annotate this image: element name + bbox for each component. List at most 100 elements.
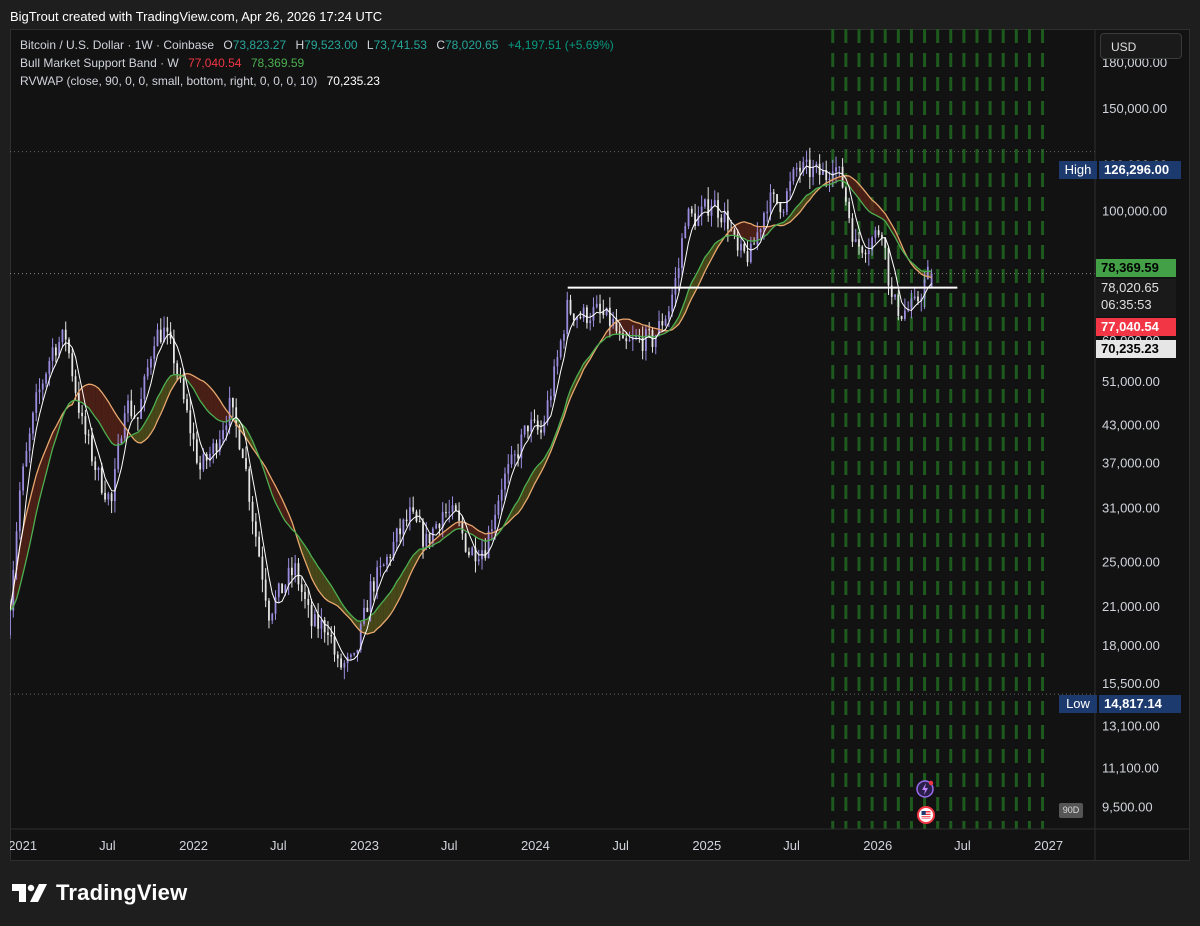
interval-badge[interactable]: 90D xyxy=(1059,803,1083,818)
candle-body xyxy=(291,567,293,576)
low-label: Low xyxy=(1059,695,1097,713)
lightning-event-icon[interactable] xyxy=(916,780,934,798)
candle-body xyxy=(156,329,159,347)
currency-button[interactable]: USD xyxy=(1100,33,1182,59)
candle-body xyxy=(277,583,280,598)
candle-body xyxy=(28,433,31,451)
candle-body xyxy=(684,226,687,239)
candle-body xyxy=(68,339,70,354)
candle-body xyxy=(812,167,814,177)
x-tick-label: Jul xyxy=(954,838,971,853)
candle-body xyxy=(22,466,25,491)
candle-body xyxy=(120,438,123,444)
legend-rvwap-row[interactable]: RVWAP (close, 90, 0, 0, small, bottom, r… xyxy=(20,74,380,88)
band-fill-segment xyxy=(105,396,109,438)
candle-body xyxy=(18,490,21,532)
candle-body xyxy=(477,559,480,562)
candle-body xyxy=(438,524,441,528)
candle-body xyxy=(294,563,297,576)
x-tick-label: 2025 xyxy=(692,838,721,853)
candle-body xyxy=(448,511,451,513)
candle-body xyxy=(107,493,110,500)
y-tick-label: 150,000.00 xyxy=(1102,101,1167,116)
candle-body xyxy=(910,298,913,309)
candle-body xyxy=(792,169,795,182)
candle-body xyxy=(310,604,313,627)
candle-body xyxy=(117,443,120,470)
x-tick-label: Jul xyxy=(270,838,287,853)
candle-body xyxy=(186,399,188,411)
legend-rvwap-name: RVWAP (close, 90, 0, 0, small, bottom, r… xyxy=(20,74,318,88)
candle-body xyxy=(336,654,339,659)
candle-body xyxy=(903,310,906,319)
candle-body xyxy=(582,307,585,319)
economic-event-icon[interactable] xyxy=(917,806,935,824)
candle-body xyxy=(225,425,228,431)
candle-body xyxy=(74,376,77,393)
chart-caption: BigTrout created with TradingView.com, A… xyxy=(10,9,383,24)
candle-body xyxy=(212,443,215,454)
x-tick-label: 2024 xyxy=(521,838,550,853)
candle-body xyxy=(199,462,202,470)
candle-body xyxy=(625,338,628,342)
candle-body xyxy=(422,521,424,547)
candle-body xyxy=(513,454,516,456)
candle-body xyxy=(130,400,133,417)
candle-body xyxy=(579,316,582,319)
candle-body xyxy=(897,294,900,317)
candle-body xyxy=(372,581,375,592)
candle-body xyxy=(572,313,575,321)
candle-body xyxy=(726,210,729,229)
legend-band-row[interactable]: Bull Market Support Band · W 77,040.54 7… xyxy=(20,56,304,70)
candle-body xyxy=(789,181,792,192)
candle-body xyxy=(340,658,342,668)
candle-body xyxy=(828,178,831,180)
candle-body xyxy=(664,318,667,326)
candle-body xyxy=(176,363,179,375)
candle-body xyxy=(772,192,775,195)
legend-rvwap-value: 70,235.23 xyxy=(326,74,380,88)
candle-body xyxy=(559,340,562,358)
candle-body xyxy=(159,329,162,343)
candle-body xyxy=(363,607,365,624)
candle-body xyxy=(81,412,84,417)
candle-body xyxy=(464,533,467,552)
candle-body xyxy=(222,430,224,440)
candle-body xyxy=(861,246,864,253)
candle-body xyxy=(586,307,588,324)
candle-body xyxy=(376,567,379,592)
candle-body xyxy=(566,299,569,335)
candle-body xyxy=(930,273,933,288)
candle-body xyxy=(733,229,736,235)
sma-line xyxy=(10,175,932,635)
candle-body xyxy=(38,389,41,393)
candle-body xyxy=(510,454,513,465)
candle-body xyxy=(399,528,401,535)
candle-body xyxy=(549,396,552,401)
y-tick-label: 18,000.00 xyxy=(1102,638,1160,653)
x-tick-label: Jul xyxy=(612,838,629,853)
x-tick-label: 2027 xyxy=(1034,838,1063,853)
rvwap-line xyxy=(10,165,932,661)
candle-body xyxy=(533,419,536,421)
y-tick-label: 25,000.00 xyxy=(1102,555,1160,570)
candle-body xyxy=(851,218,854,242)
candle-body xyxy=(409,507,411,522)
candle-body xyxy=(690,208,693,214)
candle-body xyxy=(48,360,51,374)
candle-body xyxy=(497,500,500,515)
tradingview-brand[interactable]: TradingView xyxy=(12,880,187,906)
candle-body xyxy=(382,564,385,566)
legend-open-key: O xyxy=(223,38,233,52)
candle-body xyxy=(628,340,631,342)
candle-body xyxy=(166,327,169,332)
candle-body xyxy=(527,425,529,432)
candle-body xyxy=(913,296,916,299)
candle-body xyxy=(844,187,847,202)
candle-body xyxy=(215,443,218,452)
legend-open: 73,823.27 xyxy=(232,38,287,52)
price-chart[interactable]: 9,500.00 11,100.00 13,100.00 15,500.00 18,00… xyxy=(10,29,1190,861)
legend-high-key: H xyxy=(295,38,305,52)
candle-body xyxy=(743,243,746,252)
legend-close-key: C xyxy=(436,38,445,52)
